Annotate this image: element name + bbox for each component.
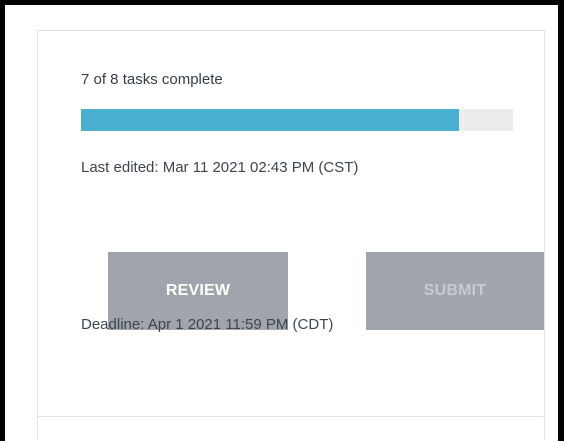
progress-bar-fill	[81, 109, 459, 131]
next-card-section	[37, 417, 545, 441]
last-edited-timestamp: Last edited: Mar 11 2021 02:43 PM (CST)	[81, 159, 359, 176]
progress-bar	[81, 109, 513, 131]
deadline-text: Deadline: Apr 1 2021 11:59 PM (CDT)	[81, 316, 334, 333]
window-frame: 7 of 8 tasks complete Last edited: Mar 1…	[5, 5, 558, 441]
progress-summary: 7 of 8 tasks complete	[81, 71, 223, 88]
submit-button[interactable]: SUBMIT	[366, 252, 544, 330]
task-status-card: 7 of 8 tasks complete Last edited: Mar 1…	[37, 30, 545, 417]
